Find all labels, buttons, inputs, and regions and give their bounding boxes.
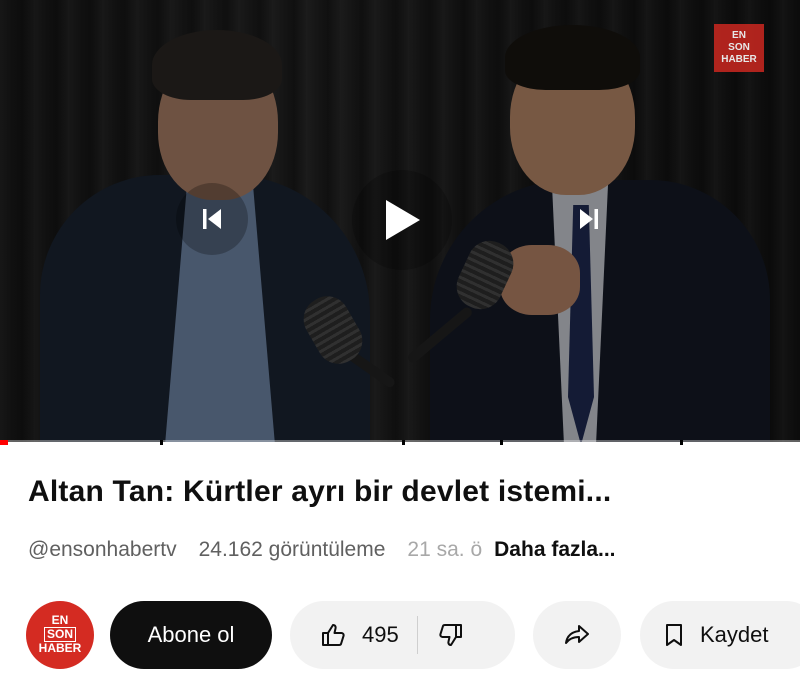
- logo-text-line: EN: [732, 30, 746, 41]
- next-video-button[interactable]: [553, 183, 625, 255]
- avatar-text-line: HABER: [38, 641, 82, 655]
- skip-previous-icon: [203, 209, 221, 229]
- thumbs-up-icon: [322, 624, 345, 646]
- share-icon: [565, 625, 589, 644]
- like-button[interactable]: 495: [290, 601, 399, 669]
- avatar-text-line: SON: [43, 627, 76, 642]
- save-button[interactable]: Kaydet: [640, 601, 800, 669]
- save-label: Kaydet: [700, 622, 769, 647]
- logo-text-line: SON: [728, 42, 750, 53]
- play-button[interactable]: [352, 170, 452, 270]
- dislike-button[interactable]: [418, 601, 482, 669]
- progress-fill: [0, 440, 8, 445]
- previous-video-button[interactable]: [176, 183, 248, 255]
- view-count: 24.162 görüntüleme: [198, 538, 386, 561]
- subscribe-button[interactable]: Abone ol: [110, 601, 272, 669]
- channel-handle[interactable]: @ensonhabertv: [28, 538, 177, 562]
- like-dislike-group: 495: [290, 601, 515, 669]
- avatar-text-line: EN: [51, 613, 69, 627]
- upload-age: 21 sa. ö: [407, 538, 483, 561]
- video-meta[interactable]: @ensonhabertv 24.162 görüntüleme 21 sa. …: [28, 538, 616, 562]
- channel-watermark-logo: EN SON HABER: [714, 24, 764, 72]
- video-title[interactable]: Altan Tan: Kürtler ayrı bir devlet istem…: [28, 475, 611, 509]
- bookmark-icon: [666, 624, 682, 646]
- like-count: 495: [362, 622, 399, 647]
- more-button[interactable]: Daha fazla...: [494, 538, 615, 562]
- channel-avatar[interactable]: EN SON HABER: [26, 601, 94, 669]
- video-info-panel: Altan Tan: Kürtler ayrı bir devlet istem…: [0, 445, 800, 685]
- video-player[interactable]: EN SON HABER: [0, 0, 800, 442]
- logo-text-line: HABER: [721, 54, 757, 65]
- skip-next-icon: [580, 209, 598, 229]
- action-row: EN SON HABER Abone ol 495 Kaydet: [0, 597, 800, 669]
- thumbs-down-icon: [439, 624, 462, 646]
- play-icon: [386, 200, 420, 240]
- share-button[interactable]: [533, 601, 621, 669]
